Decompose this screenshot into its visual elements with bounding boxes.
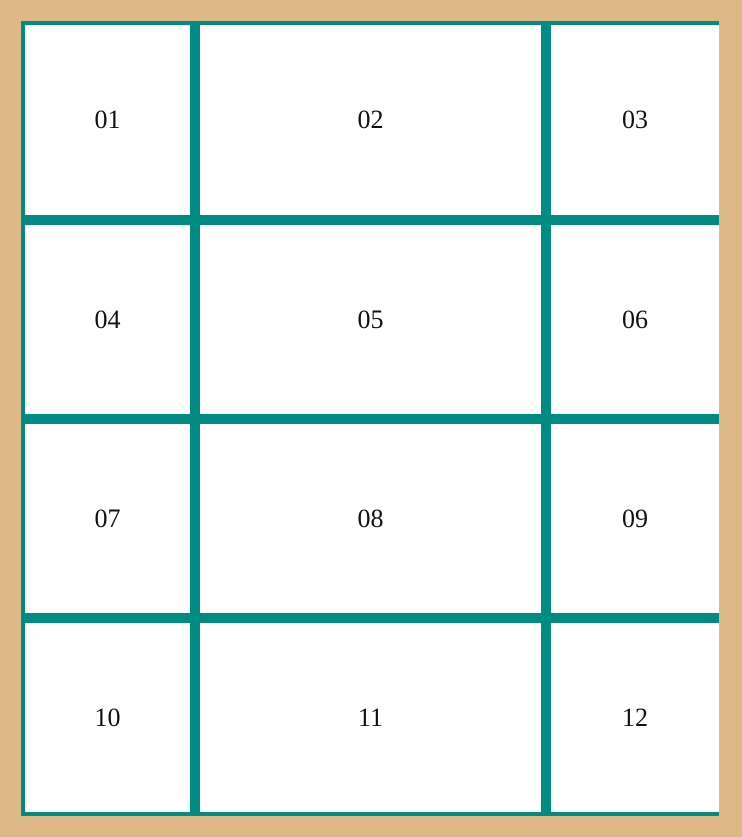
cell-label: 12: [622, 702, 648, 732]
cell-label: 05: [357, 304, 384, 334]
grid-cell-07: 07: [25, 424, 190, 613]
grid-cell-11: 11: [200, 623, 541, 812]
grid-cell-12: 12: [551, 623, 719, 812]
grid-cell-10: 10: [25, 623, 190, 812]
cell-label: 11: [357, 702, 384, 732]
cell-label: 08: [357, 503, 384, 533]
cell-label: 07: [94, 503, 121, 533]
grid-cell-09: 09: [551, 424, 719, 613]
grid-cell-08: 08: [200, 424, 541, 613]
grid-cell-01: 01: [25, 25, 190, 215]
cell-label: 03: [622, 105, 648, 134]
grid-cell-04: 04: [25, 225, 190, 414]
cell-label: 10: [94, 702, 121, 732]
cell-label: 06: [622, 304, 648, 334]
grid-container: 01 02 03 04 05 06 07 08 09 10 11 12: [21, 21, 719, 816]
grid-cell-02: 02: [200, 25, 541, 215]
grid-cell-03: 03: [551, 25, 719, 215]
grid-cell-05: 05: [200, 225, 541, 414]
cell-label: 09: [622, 503, 648, 533]
grid-cell-06: 06: [551, 225, 719, 414]
cell-label: 04: [94, 304, 121, 334]
cell-label: 01: [94, 105, 121, 134]
cell-label: 02: [357, 105, 384, 134]
